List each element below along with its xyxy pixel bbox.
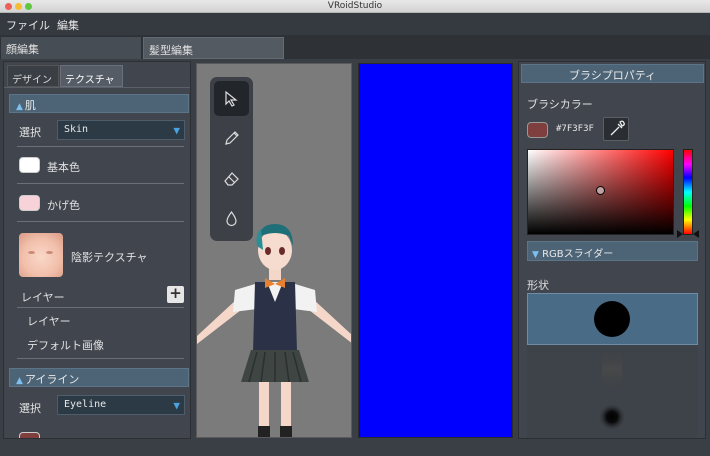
- brush-preview: [598, 403, 626, 431]
- 3d-viewport[interactable]: [196, 63, 352, 438]
- layer-item[interactable]: デフォルト画像: [27, 337, 104, 353]
- thumbnail-eye: [28, 251, 35, 254]
- shadow-color-swatch[interactable]: [19, 195, 40, 211]
- brush-preview: [594, 301, 630, 337]
- tab-hair-edit[interactable]: 髪型編集: [143, 37, 284, 59]
- eyeline-select[interactable]: Eyeline ▼: [57, 395, 185, 415]
- base-color-swatch[interactable]: [19, 157, 40, 173]
- brush-shape-list: [527, 293, 698, 438]
- tab-underline: [4, 87, 190, 88]
- menu-file[interactable]: ファイル: [6, 17, 50, 33]
- brush-shape-hard-round[interactable]: [527, 293, 698, 345]
- eraser-icon: [224, 172, 239, 186]
- dropdown-arrow-icon: ▼: [173, 399, 180, 412]
- eyedropper-button[interactable]: [603, 117, 629, 141]
- tool-palette: [210, 77, 253, 241]
- section-skin-header[interactable]: ▲ 肌: [9, 94, 189, 113]
- tab-design[interactable]: デザイン: [7, 65, 59, 87]
- dropdown-arrow-icon: ▼: [173, 124, 180, 137]
- expand-triangle-icon: ▼: [532, 250, 539, 260]
- pen-icon: [225, 131, 239, 145]
- eraser-tool-button[interactable]: [214, 161, 249, 196]
- window-title: VRoidStudio: [327, 1, 383, 11]
- eyedropper-icon: [610, 120, 625, 136]
- brush-color-hex: #7F3F3F: [556, 124, 594, 134]
- section-eyeline-header[interactable]: ▲ アイライン: [9, 368, 189, 387]
- fill-drop-icon: [226, 210, 237, 227]
- hue-slider[interactable]: [683, 149, 693, 235]
- texture-canvas[interactable]: [358, 63, 513, 438]
- main-tab-bar: 顔編集 髪型編集: [0, 35, 710, 59]
- brush-color-label: ブラシカラー: [527, 98, 593, 111]
- cursor-arrow-icon: [225, 90, 238, 107]
- title-bar: VRoidStudio: [0, 0, 710, 13]
- layer-header: レイヤー: [21, 291, 65, 304]
- shadow-texture-label: 陰影テクスチャ: [71, 251, 148, 264]
- layer-item[interactable]: レイヤー: [27, 313, 71, 329]
- pen-tool-button[interactable]: [214, 121, 249, 156]
- left-panel: デザイン テクスチャ ▲ 肌 選択 Skin ▼ 基本色 かげ色 陰影テクスチャ …: [3, 61, 191, 439]
- menu-bar: ファイル 編集: [0, 13, 710, 35]
- brush-shape-soft-round[interactable]: [527, 395, 698, 438]
- brush-shape-soft-vertical[interactable]: [527, 345, 698, 395]
- right-panel: ブラシプロパティ ブラシカラー #7F3F3F ▼ RGBスライダー 形状: [518, 61, 706, 439]
- brush-preview: [602, 350, 622, 390]
- divider: [17, 183, 184, 184]
- eyeline-color-swatch[interactable]: [19, 432, 40, 438]
- divider: [17, 221, 184, 222]
- brush-shape-label: 形状: [527, 279, 549, 292]
- eyeline-select-value: Eyeline: [64, 399, 107, 410]
- saturation-value-picker[interactable]: [527, 149, 674, 235]
- plus-icon: +: [169, 284, 182, 302]
- collapse-triangle-icon: ▲: [16, 376, 23, 386]
- thumbnail-eye: [46, 251, 53, 254]
- menu-edit[interactable]: 編集: [57, 17, 79, 33]
- divider: [17, 307, 184, 308]
- skin-select-value: Skin: [64, 124, 89, 135]
- skin-select[interactable]: Skin ▼: [57, 120, 185, 140]
- fill-tool-button[interactable]: [214, 201, 249, 236]
- divider: [17, 146, 184, 147]
- hue-slider-marker[interactable]: [677, 230, 683, 238]
- tab-texture[interactable]: テクスチャ: [60, 65, 123, 87]
- shadow-texture-thumbnail[interactable]: [19, 233, 63, 277]
- color-picker-cursor[interactable]: [596, 186, 605, 195]
- section-skin-title: 肌: [24, 99, 36, 112]
- eyeline-select-label: 選択: [19, 402, 41, 415]
- divider: [17, 358, 184, 359]
- skin-select-label: 選択: [19, 126, 41, 139]
- rgb-slider-label: RGBスライダー: [542, 249, 614, 260]
- brush-color-swatch[interactable]: [527, 122, 548, 138]
- hue-slider-marker[interactable]: [693, 230, 699, 238]
- add-layer-button[interactable]: +: [167, 286, 184, 303]
- brush-properties-title: ブラシプロパティ: [521, 64, 704, 83]
- rgb-slider-header[interactable]: ▼ RGBスライダー: [527, 241, 698, 261]
- collapse-triangle-icon: ▲: [16, 102, 23, 112]
- section-eyeline-title: アイライン: [24, 373, 80, 386]
- select-tool-button[interactable]: [214, 81, 249, 116]
- base-color-label: 基本色: [47, 161, 80, 174]
- shadow-color-label: かげ色: [47, 199, 80, 212]
- tab-face-edit[interactable]: 顔編集: [1, 37, 141, 59]
